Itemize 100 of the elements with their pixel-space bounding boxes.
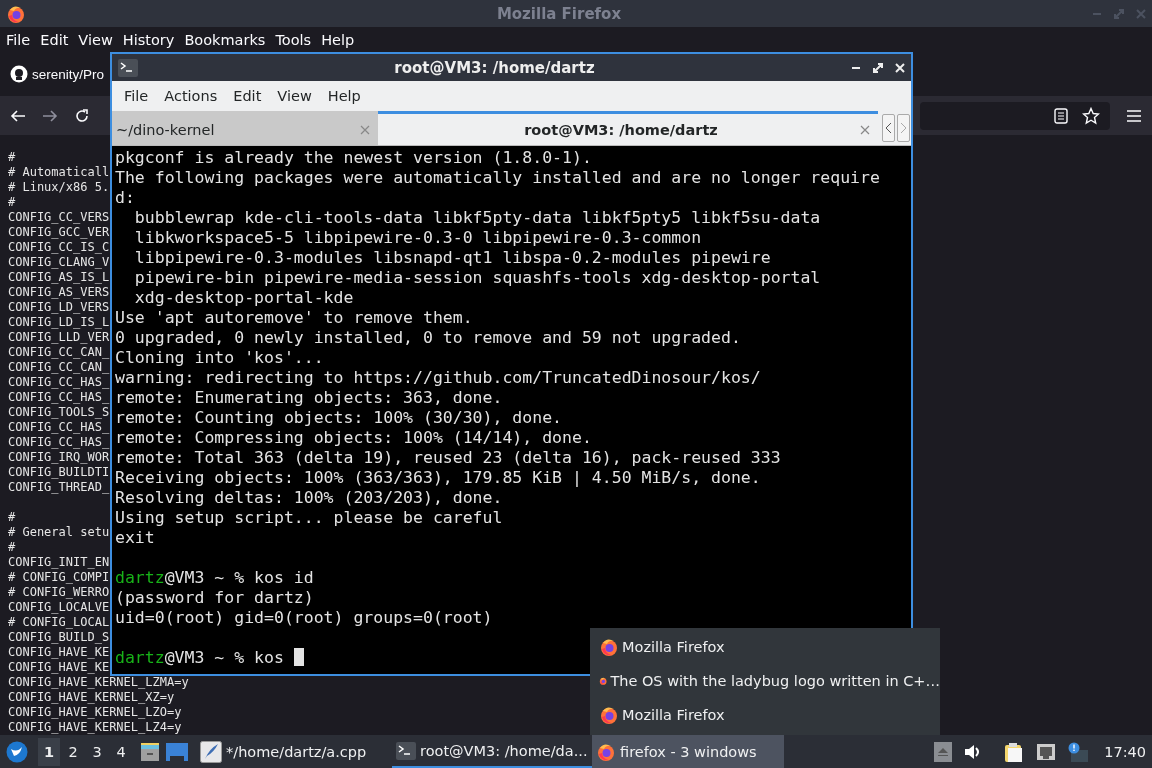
code-line: CONFIG_GCC_VER xyxy=(8,225,110,239)
forward-icon[interactable] xyxy=(42,108,58,123)
terminal-line: libpipewire-0.3-modules libsnapd-qt1 libspa-0.2-modules pipewire xyxy=(133,248,771,267)
terminal-line: Cloning into 'kos'... xyxy=(115,348,324,367)
clipboard-icon[interactable] xyxy=(1004,741,1025,762)
code-line: # xyxy=(8,510,16,524)
code-line: CONFIG_LD_VERS xyxy=(8,300,110,314)
workspace-button[interactable]: 4 xyxy=(110,737,132,766)
firefox-icon xyxy=(599,637,619,657)
start-menu-icon[interactable] xyxy=(6,740,28,763)
terminal-line: The following packages were automatically installed and are no longer require xyxy=(115,168,880,187)
code-line: CONFIG_CC_IS_C xyxy=(8,240,110,254)
code-line: CONFIG_CC_HAS_ xyxy=(8,420,110,434)
network-icon[interactable] xyxy=(1036,742,1057,761)
code-line: # xyxy=(8,150,16,164)
clock[interactable]: 17:40 xyxy=(1104,743,1146,760)
code-line: CONFIG_CLANG_V xyxy=(8,255,110,269)
menu-item[interactable]: Bookmarks xyxy=(179,31,271,48)
firefox-icon xyxy=(596,741,616,762)
terminal-icon xyxy=(118,58,138,77)
terminal-line: xdg-desktop-portal-kde xyxy=(133,288,354,307)
code-line: # CONFIG_LOCAL xyxy=(8,615,110,629)
code-line: CONFIG_CC_CAN_ xyxy=(8,360,110,374)
reader-view-icon[interactable] xyxy=(1054,107,1068,124)
code-line: CONFIG_HAVE_KE xyxy=(8,660,110,674)
code-line: CONFIG_CC_VERS xyxy=(8,210,110,224)
prompt-line: dartz@VM3 ~ % kos id xyxy=(115,568,314,587)
taskbar-task[interactable]: firefox - 3 windows xyxy=(592,735,784,768)
desktop-icon[interactable] xyxy=(166,742,188,761)
menu-item[interactable]: File xyxy=(116,88,157,104)
code-line: # CONFIG_WERRO xyxy=(8,585,110,599)
scroll-left-icon[interactable] xyxy=(882,114,895,142)
terminal-line: pipewire-bin pipewire-media-session squashfs-tools xdg-desktop-portal xyxy=(133,268,821,287)
menu-icon[interactable] xyxy=(1126,108,1142,123)
code-line: CONFIG_LLD_VER xyxy=(8,330,110,344)
github-icon xyxy=(10,65,28,84)
terminal-tab[interactable]: ~/dino-kernel xyxy=(112,111,378,145)
code-line: CONFIG_IRQ_WOR xyxy=(8,450,110,464)
browser-tab[interactable]: serenity/Pro xyxy=(10,61,105,88)
window-title: root@VM3: /home/dartz xyxy=(394,58,595,77)
close-tab-icon[interactable] xyxy=(860,124,870,135)
code-line: CONFIG_AS_VERS xyxy=(8,285,110,299)
terminal-line: exit xyxy=(115,528,155,547)
reload-icon[interactable] xyxy=(74,107,90,124)
menu-item[interactable]: Help xyxy=(316,31,360,48)
code-line: CONFIG_LD_IS_L xyxy=(8,315,110,329)
window-list-item[interactable]: Mozilla Firefox xyxy=(590,630,940,664)
code-line: CONFIG_HAVE_KERNEL_LZO=y xyxy=(8,705,182,719)
terminal-line: remote: Counting objects: 100% (30/30), done. xyxy=(115,408,563,427)
code-line: CONFIG_HAVE_KERNEL_LZMA=y xyxy=(8,675,189,689)
menu-item[interactable]: View xyxy=(269,88,320,104)
firefox-icon xyxy=(6,3,26,24)
terminal-line: libkworkspace5-5 libpipewire-0.3-0 libpipewire-0.3-common xyxy=(133,228,702,247)
star-icon[interactable] xyxy=(1082,106,1100,125)
code-line: # General setu xyxy=(8,525,110,539)
menu-item[interactable]: File xyxy=(1,31,36,48)
taskbar-task[interactable]: */home/dartz/a.cpp xyxy=(196,735,392,768)
terminal-line: (password for dartz) xyxy=(115,588,314,607)
workspace-button[interactable]: 3 xyxy=(86,737,108,766)
terminal-line: remote: Compressing objects: 100% (14/14), done. xyxy=(115,428,592,447)
terminal-line: warning: redirecting to https://github.com/TruncatedDinosour/kos/ xyxy=(115,368,761,387)
menu-item[interactable]: Edit xyxy=(35,31,74,48)
terminal-line: remote: Total 363 (delta 19), reused 23 (delta 16), pack-reused 333 xyxy=(115,448,781,467)
taskbar-task[interactable]: root@VM3: /home/da... xyxy=(392,735,592,768)
menu-item[interactable]: History xyxy=(117,31,180,48)
window-list-item[interactable]: The OS with the ladybug logo written in C+… xyxy=(590,664,940,698)
code-line: CONFIG_BUILDTI xyxy=(8,465,110,479)
window-list-item[interactable]: Mozilla Firefox xyxy=(590,698,940,732)
window-title: Mozilla Firefox xyxy=(496,4,622,23)
workspace-button[interactable]: 2 xyxy=(62,737,84,766)
menu-item[interactable]: Help xyxy=(319,88,369,104)
code-line: # xyxy=(8,195,16,209)
menu-item[interactable]: View xyxy=(73,31,118,48)
terminal-line: pkgconf is already the newest version (1.8.0-1). xyxy=(115,148,592,167)
menu-item[interactable]: Edit xyxy=(225,88,270,104)
notification-icon[interactable] xyxy=(1068,741,1089,762)
code-line: # xyxy=(8,540,16,554)
eject-icon[interactable] xyxy=(934,741,953,762)
terminal-line: Use 'apt autoremove' to remove them. xyxy=(115,308,473,327)
prompt-line: dartz@VM3 ~ % kos xyxy=(115,648,284,667)
terminal-line: 0 upgraded, 0 newly installed, 0 to remove and 59 not upgraded. xyxy=(115,328,741,347)
terminal-icon xyxy=(396,741,416,760)
menu-item[interactable]: Actions xyxy=(156,88,226,104)
terminal-line: remote: Enumerating objects: 363, done. xyxy=(115,388,503,407)
terminal-line: d: xyxy=(115,188,135,207)
code-line: CONFIG_INIT_EN xyxy=(8,555,110,569)
back-icon[interactable] xyxy=(10,108,26,123)
menu-item[interactable]: Tools xyxy=(270,31,317,48)
terminal-line: Receiving objects: 100% (363/363), 179.85 KiB | 4.50 MiB/s, done. xyxy=(115,468,761,487)
code-line: CONFIG_HAVE_KE xyxy=(8,645,110,659)
address-bar[interactable] xyxy=(920,101,1110,130)
terminal-line: Using setup script... please be careful xyxy=(115,508,503,527)
code-line: CONFIG_TOOLS_S xyxy=(8,405,110,419)
terminal-line: uid=0(root) gid=0(root) groups=0(root) xyxy=(115,608,493,627)
code-line: # Automaticall xyxy=(8,165,110,179)
file-manager-icon[interactable] xyxy=(140,741,160,762)
terminal-line: bubblewrap kde-cli-tools-data libkf5pty-data libkf5pty5 libkf5su-data xyxy=(133,208,821,227)
code-line: CONFIG_LOCALVE xyxy=(8,600,110,614)
workspace-button[interactable]: 1 xyxy=(38,737,60,766)
code-line: # Linux/x86 5. xyxy=(8,180,110,194)
